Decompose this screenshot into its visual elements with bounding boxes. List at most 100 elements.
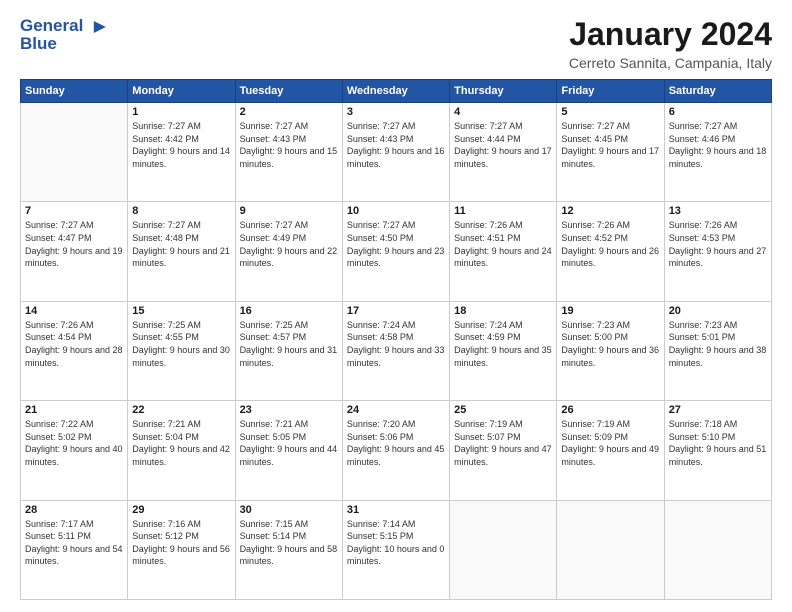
location-subtitle: Cerreto Sannita, Campania, Italy: [569, 55, 772, 71]
day-info: Sunrise: 7:26 AMSunset: 4:54 PMDaylight:…: [25, 319, 123, 369]
calendar-cell: 18 Sunrise: 7:24 AMSunset: 4:59 PMDayligh…: [450, 301, 557, 400]
calendar-cell: 5 Sunrise: 7:27 AMSunset: 4:45 PMDaylight…: [557, 103, 664, 202]
calendar-cell: 21 Sunrise: 7:22 AMSunset: 5:02 PMDayligh…: [21, 401, 128, 500]
day-number: 19: [561, 305, 659, 317]
day-number: 11: [454, 205, 552, 217]
calendar-cell: [557, 500, 664, 599]
day-info: Sunrise: 7:24 AMSunset: 4:58 PMDaylight:…: [347, 319, 445, 369]
calendar-cell: 2Sunrise: 7:27 AMSunset: 4:43 PMDaylight…: [235, 103, 342, 202]
day-info: Sunrise: 7:19 AMSunset: 5:07 PMDaylight:…: [454, 418, 552, 468]
day-number: 16: [240, 305, 338, 317]
day-number: 28: [25, 504, 123, 516]
calendar-cell: 11 Sunrise: 7:26 AMSunset: 4:51 PMDayligh…: [450, 202, 557, 301]
calendar-cell: 15 Sunrise: 7:25 AMSunset: 4:55 PMDayligh…: [128, 301, 235, 400]
day-number: 12: [561, 205, 659, 217]
day-info: Sunrise: 7:18 AMSunset: 5:10 PMDaylight:…: [669, 418, 767, 468]
calendar-week-0: 1Sunrise: 7:27 AMSunset: 4:42 PMDaylight…: [21, 103, 772, 202]
day-info: Sunrise: 7:24 AMSunset: 4:59 PMDaylight:…: [454, 319, 552, 369]
day-number: 22: [132, 404, 230, 416]
calendar-cell: 31 Sunrise: 7:14 AMSunset: 5:15 PMDayligh…: [342, 500, 449, 599]
day-number: 21: [25, 404, 123, 416]
day-info: Sunrise: 7:20 AMSunset: 5:06 PMDaylight:…: [347, 418, 445, 468]
day-number: 25: [454, 404, 552, 416]
day-info: Sunrise: 7:23 AMSunset: 5:00 PMDaylight:…: [561, 319, 659, 369]
day-number: 13: [669, 205, 767, 217]
day-number: 15: [132, 305, 230, 317]
month-title: January 2024: [569, 16, 772, 53]
calendar-cell: [21, 103, 128, 202]
calendar-cell: 26 Sunrise: 7:19 AMSunset: 5:09 PMDayligh…: [557, 401, 664, 500]
day-info: Sunrise: 7:15 AMSunset: 5:14 PMDaylight:…: [240, 518, 338, 568]
logo-text: General: [20, 16, 107, 36]
calendar-header-wednesday: Wednesday: [342, 80, 449, 103]
day-number: 26: [561, 404, 659, 416]
calendar-cell: 24Sunrise: 7:20 AMSunset: 5:06 PMDayligh…: [342, 401, 449, 500]
calendar-cell: 4Sunrise: 7:27 AMSunset: 4:44 PMDaylight…: [450, 103, 557, 202]
calendar-header-tuesday: Tuesday: [235, 80, 342, 103]
day-info: Sunrise: 7:21 AMSunset: 5:04 PMDaylight:…: [132, 418, 230, 468]
calendar-header-sunday: Sunday: [21, 80, 128, 103]
day-info: Sunrise: 7:27 AMSunset: 4:47 PMDaylight:…: [25, 219, 123, 269]
day-number: 3: [347, 106, 445, 118]
day-info: Sunrise: 7:23 AMSunset: 5:01 PMDaylight:…: [669, 319, 767, 369]
calendar-cell: 7 Sunrise: 7:27 AMSunset: 4:47 PMDaylight…: [21, 202, 128, 301]
day-info: Sunrise: 7:26 AMSunset: 4:51 PMDaylight:…: [454, 219, 552, 269]
calendar-week-1: 7 Sunrise: 7:27 AMSunset: 4:47 PMDaylight…: [21, 202, 772, 301]
logo-blue-text: Blue: [20, 34, 107, 54]
calendar-cell: 17 Sunrise: 7:24 AMSunset: 4:58 PMDayligh…: [342, 301, 449, 400]
calendar-week-3: 21 Sunrise: 7:22 AMSunset: 5:02 PMDayligh…: [21, 401, 772, 500]
calendar-cell: 19 Sunrise: 7:23 AMSunset: 5:00 PMDayligh…: [557, 301, 664, 400]
day-info: Sunrise: 7:27 AMSunset: 4:50 PMDaylight:…: [347, 219, 445, 269]
calendar-cell: 29Sunrise: 7:16 AMSunset: 5:12 PMDayligh…: [128, 500, 235, 599]
day-number: 8: [132, 205, 230, 217]
calendar-cell: 20 Sunrise: 7:23 AMSunset: 5:01 PMDayligh…: [664, 301, 771, 400]
calendar-cell: 27 Sunrise: 7:18 AMSunset: 5:10 PMDayligh…: [664, 401, 771, 500]
day-number: 17: [347, 305, 445, 317]
day-info: Sunrise: 7:27 AMSunset: 4:43 PMDaylight:…: [240, 120, 338, 170]
day-number: 20: [669, 305, 767, 317]
day-info: Sunrise: 7:25 AMSunset: 4:57 PMDaylight:…: [240, 319, 338, 369]
calendar-table: SundayMondayTuesdayWednesdayThursdayFrid…: [20, 79, 772, 600]
calendar-week-2: 14Sunrise: 7:26 AMSunset: 4:54 PMDayligh…: [21, 301, 772, 400]
day-info: Sunrise: 7:26 AMSunset: 4:52 PMDaylight:…: [561, 219, 659, 269]
calendar-header-saturday: Saturday: [664, 80, 771, 103]
day-number: 9: [240, 205, 338, 217]
calendar-header-friday: Friday: [557, 80, 664, 103]
day-info: Sunrise: 7:25 AMSunset: 4:55 PMDaylight:…: [132, 319, 230, 369]
header: General Blue January 2024 Cerreto Sannit…: [20, 16, 772, 71]
calendar-cell: [450, 500, 557, 599]
calendar-cell: 16 Sunrise: 7:25 AMSunset: 4:57 PMDayligh…: [235, 301, 342, 400]
calendar-cell: 28Sunrise: 7:17 AMSunset: 5:11 PMDayligh…: [21, 500, 128, 599]
title-block: January 2024 Cerreto Sannita, Campania, …: [569, 16, 772, 71]
day-info: Sunrise: 7:27 AMSunset: 4:43 PMDaylight:…: [347, 120, 445, 170]
day-number: 18: [454, 305, 552, 317]
day-number: 5: [561, 106, 659, 118]
calendar-cell: 22 Sunrise: 7:21 AMSunset: 5:04 PMDayligh…: [128, 401, 235, 500]
day-number: 10: [347, 205, 445, 217]
calendar-header-thursday: Thursday: [450, 80, 557, 103]
day-number: 6: [669, 106, 767, 118]
day-info: Sunrise: 7:21 AMSunset: 5:05 PMDaylight:…: [240, 418, 338, 468]
calendar-header-monday: Monday: [128, 80, 235, 103]
day-number: 1: [132, 106, 230, 118]
day-info: Sunrise: 7:27 AMSunset: 4:45 PMDaylight:…: [561, 120, 659, 170]
calendar-cell: [664, 500, 771, 599]
day-info: Sunrise: 7:19 AMSunset: 5:09 PMDaylight:…: [561, 418, 659, 468]
calendar-cell: 9 Sunrise: 7:27 AMSunset: 4:49 PMDaylight…: [235, 202, 342, 301]
day-info: Sunrise: 7:27 AMSunset: 4:46 PMDaylight:…: [669, 120, 767, 170]
day-number: 7: [25, 205, 123, 217]
day-info: Sunrise: 7:27 AMSunset: 4:44 PMDaylight:…: [454, 120, 552, 170]
day-info: Sunrise: 7:22 AMSunset: 5:02 PMDaylight:…: [25, 418, 123, 468]
calendar-cell: 30Sunrise: 7:15 AMSunset: 5:14 PMDayligh…: [235, 500, 342, 599]
day-info: Sunrise: 7:16 AMSunset: 5:12 PMDaylight:…: [132, 518, 230, 568]
day-info: Sunrise: 7:14 AMSunset: 5:15 PMDaylight:…: [347, 518, 445, 568]
calendar-cell: 3 Sunrise: 7:27 AMSunset: 4:43 PMDaylight…: [342, 103, 449, 202]
day-number: 23: [240, 404, 338, 416]
calendar-cell: 10 Sunrise: 7:27 AMSunset: 4:50 PMDayligh…: [342, 202, 449, 301]
day-number: 27: [669, 404, 767, 416]
day-number: 31: [347, 504, 445, 516]
day-info: Sunrise: 7:26 AMSunset: 4:53 PMDaylight:…: [669, 219, 767, 269]
calendar-cell: 23 Sunrise: 7:21 AMSunset: 5:05 PMDayligh…: [235, 401, 342, 500]
day-info: Sunrise: 7:27 AMSunset: 4:49 PMDaylight:…: [240, 219, 338, 269]
calendar-week-4: 28Sunrise: 7:17 AMSunset: 5:11 PMDayligh…: [21, 500, 772, 599]
